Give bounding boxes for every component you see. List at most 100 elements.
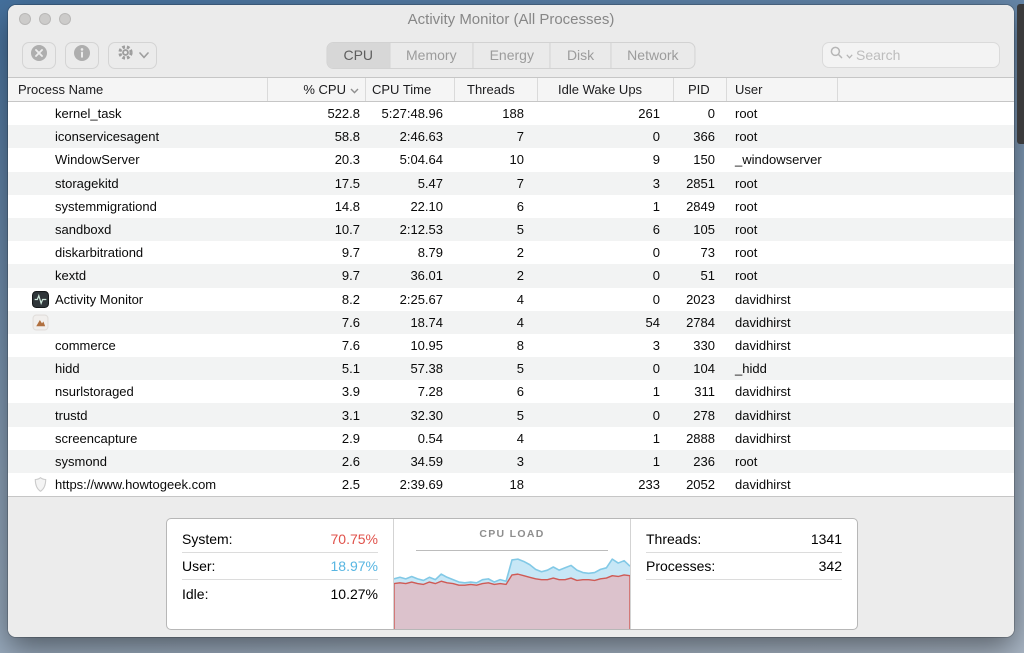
threads-cell: 4	[455, 315, 538, 330]
tab-energy[interactable]: Energy	[473, 43, 550, 68]
stat-label: Processes:	[646, 558, 715, 574]
activity-monitor-icon	[32, 291, 49, 308]
process-name-cell: iconservicesagent	[8, 128, 268, 145]
process-row[interactable]: diskarbitrationd 9.7 8.79 2 0 73 root	[8, 241, 1014, 264]
cpu-time-cell: 7.28	[366, 384, 455, 399]
process-name: hidd	[55, 361, 80, 376]
process-row[interactable]: trustd 3.1 32.30 5 0 278 davidhirst	[8, 403, 1014, 426]
search-field[interactable]	[822, 42, 1000, 68]
stat-label: System:	[182, 531, 233, 547]
system-percent-value: 70.75%	[331, 531, 378, 547]
process-row[interactable]: screencapture 2.9 0.54 4 1 2888 davidhir…	[8, 427, 1014, 450]
process-row[interactable]: kernel_task 522.8 5:27:48.96 188 261 0 r…	[8, 102, 1014, 125]
close-window-button[interactable]	[19, 13, 31, 25]
percent-cpu-cell: 17.5	[268, 176, 366, 191]
process-row[interactable]: WindowServer 20.3 5:04.64 10 9 150 _wind…	[8, 148, 1014, 171]
threads-cell: 5	[455, 408, 538, 423]
process-row[interactable]: nsurlstoraged 3.9 7.28 6 1 311 davidhirs…	[8, 380, 1014, 403]
idle-wake-ups-cell: 0	[538, 268, 674, 283]
pid-cell: 2851	[674, 176, 727, 191]
process-table-body: kernel_task 522.8 5:27:48.96 188 261 0 r…	[8, 102, 1014, 496]
column-header-idle-wake-ups[interactable]: Idle Wake Ups	[538, 78, 674, 101]
idle-wake-ups-cell: 3	[538, 338, 674, 353]
process-row[interactable]: https://www.howtogeek.com 2.5 2:39.69 18…	[8, 473, 1014, 496]
cpu-time-cell: 22.10	[366, 199, 455, 214]
tab-energy-label: Energy	[490, 47, 534, 63]
idle-wake-ups-cell: 233	[538, 477, 674, 492]
column-header-pid[interactable]: PID	[674, 78, 727, 101]
chevron-down-icon	[139, 46, 149, 64]
pid-cell: 51	[674, 268, 727, 283]
idle-wake-ups-cell: 6	[538, 222, 674, 237]
process-name-cell: https://www.howtogeek.com	[8, 476, 268, 493]
cpu-time-cell: 57.38	[366, 361, 455, 376]
column-header-threads[interactable]: Threads	[455, 78, 538, 101]
tab-cpu[interactable]: CPU	[327, 43, 389, 68]
column-header-percent-cpu[interactable]: % CPU	[268, 78, 366, 101]
zoom-window-button[interactable]	[59, 13, 71, 25]
tab-disk[interactable]: Disk	[550, 43, 610, 68]
title-bar[interactable]: Activity Monitor (All Processes)	[8, 5, 1014, 33]
process-icon	[32, 453, 49, 470]
process-icon	[32, 128, 49, 145]
view-tabs: CPU Memory Energy Disk Network	[326, 42, 695, 69]
percent-cpu-cell: 8.2	[268, 292, 366, 307]
process-row[interactable]: sandboxd 10.7 2:12.53 5 6 105 root	[8, 218, 1014, 241]
column-header-user[interactable]: User	[727, 78, 838, 101]
user-cell: root	[727, 129, 838, 144]
user-cell: davidhirst	[727, 431, 838, 446]
process-name-cell: sandboxd	[8, 221, 268, 238]
process-name: kernel_task	[55, 106, 121, 121]
settings-menu-button[interactable]	[108, 42, 157, 69]
search-icon	[830, 46, 843, 64]
process-row[interactable]: commerce 7.6 10.95 8 3 330 davidhirst	[8, 334, 1014, 357]
inspect-process-button[interactable]	[65, 42, 99, 69]
threads-cell: 3	[455, 454, 538, 469]
process-name-cell	[8, 314, 268, 331]
cpu-time-cell: 2:46.63	[366, 129, 455, 144]
process-row[interactable]: iconservicesagent 58.8 2:46.63 7 0 366 r…	[8, 125, 1014, 148]
column-header-process-name[interactable]: Process Name	[8, 78, 268, 101]
minimize-window-button[interactable]	[39, 13, 51, 25]
process-row[interactable]: kextd 9.7 36.01 2 0 51 root	[8, 264, 1014, 287]
quit-process-button[interactable]	[22, 42, 56, 69]
activity-monitor-window: Activity Monitor (All Processes) CPU Mem…	[8, 5, 1014, 637]
cpu-load-graph-title: CPU LOAD	[394, 528, 630, 540]
process-name: sysmond	[55, 454, 107, 469]
pid-cell: 2849	[674, 199, 727, 214]
process-row[interactable]: Activity Monitor 8.2 2:25.67 4 0 2023 da…	[8, 288, 1014, 311]
pid-cell: 278	[674, 408, 727, 423]
process-name: Activity Monitor	[55, 292, 143, 307]
cpu-time-cell: 18.74	[366, 315, 455, 330]
gear-icon	[116, 43, 135, 67]
tab-memory[interactable]: Memory	[389, 43, 473, 68]
system-stat-row: System: 70.75%	[182, 526, 378, 553]
info-circle-icon	[73, 44, 91, 67]
idle-wake-ups-cell: 1	[538, 384, 674, 399]
search-input[interactable]	[856, 47, 992, 63]
column-label: CPU Time	[372, 82, 431, 97]
threads-cell: 2	[455, 268, 538, 283]
column-header-cpu-time[interactable]: CPU Time	[366, 78, 455, 101]
process-icon	[32, 175, 49, 192]
process-row[interactable]: 7.6 18.74 4 54 2784 davidhirst	[8, 311, 1014, 334]
process-icon	[32, 244, 49, 261]
tab-network[interactable]: Network	[610, 43, 694, 68]
percent-cpu-cell: 10.7	[268, 222, 366, 237]
threads-count-value: 1341	[811, 531, 842, 547]
process-name-cell: storagekitd	[8, 175, 268, 192]
threads-cell: 8	[455, 338, 538, 353]
process-name: nsurlstoraged	[55, 384, 134, 399]
process-name-cell: systemmigrationd	[8, 198, 268, 215]
pid-cell: 330	[674, 338, 727, 353]
process-row[interactable]: systemmigrationd 14.8 22.10 6 1 2849 roo…	[8, 195, 1014, 218]
pid-cell: 236	[674, 454, 727, 469]
process-row[interactable]: hidd 5.1 57.38 5 0 104 _hidd	[8, 357, 1014, 380]
process-row[interactable]: sysmond 2.6 34.59 3 1 236 root	[8, 450, 1014, 473]
process-row[interactable]: storagekitd 17.5 5.47 7 3 2851 root	[8, 172, 1014, 195]
idle-wake-ups-cell: 261	[538, 106, 674, 121]
cpu-time-cell: 36.01	[366, 268, 455, 283]
cpu-time-cell: 2:39.69	[366, 477, 455, 492]
cpu-load-chart	[394, 552, 630, 630]
page-scrollbar-thumb[interactable]	[1017, 4, 1024, 144]
